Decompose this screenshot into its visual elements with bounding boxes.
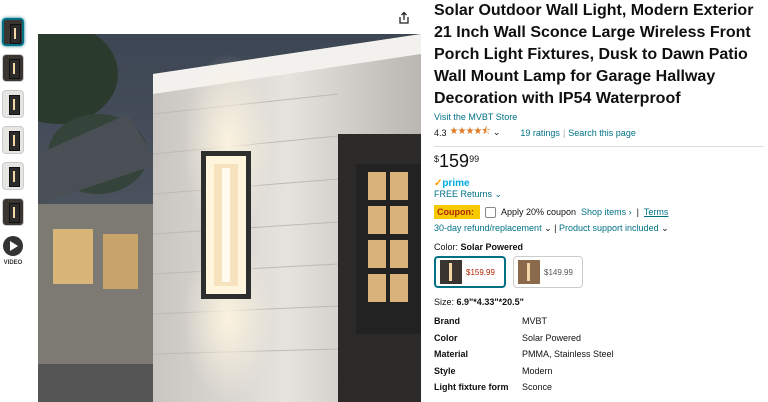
- free-returns-label: FREE Returns: [434, 189, 493, 199]
- play-icon: [10, 241, 18, 251]
- color-selector-label: Color: Solar Powered: [434, 242, 764, 252]
- lamp-image: [9, 167, 20, 187]
- ratings-count-link[interactable]: 19 ratings: [520, 128, 560, 138]
- chevron-down-icon[interactable]: ⌄: [493, 127, 501, 138]
- rating-value: 4.3: [434, 127, 447, 138]
- specs-table: Brand MVBT Color Solar Powered Material PMM…: [434, 313, 764, 396]
- thumbnail-1[interactable]: [2, 18, 24, 46]
- lamp-image: [10, 24, 21, 44]
- color-label: Color:: [434, 242, 459, 252]
- color-swatches: $159.99 $149.99: [434, 256, 764, 288]
- price-whole: 159: [439, 151, 470, 171]
- main-product-image[interactable]: [38, 34, 421, 402]
- spec-row: Material PMMA, Stainless Steel: [434, 346, 764, 363]
- lamp-image: [9, 131, 20, 151]
- product-details: Solar Outdoor Wall Light, Modern Exterio…: [434, 0, 764, 396]
- spec-row: Color Solar Powered: [434, 330, 764, 347]
- share-icon[interactable]: [397, 11, 411, 25]
- shop-items-link[interactable]: Shop items ›: [581, 207, 632, 217]
- swatch-image: [440, 260, 462, 284]
- support-link[interactable]: Product support included ⌄: [559, 223, 669, 233]
- support-label: Product support included: [559, 223, 659, 233]
- rating-row: 4.3 ★★★★⯪ ⌄ 19 ratings | Search this pag…: [434, 124, 764, 141]
- coupon-checkbox[interactable]: [484, 206, 496, 218]
- coupon-row: Coupon: Apply 20% coupon Shop items › | …: [434, 205, 764, 219]
- lamp-image: [9, 203, 20, 223]
- terms-link[interactable]: Terms: [644, 207, 669, 217]
- thumbnail-4[interactable]: [2, 126, 24, 154]
- spec-value: Solar Powered: [522, 332, 582, 343]
- size-row: Size: 6.9"*4.33"*20.5": [434, 297, 764, 307]
- swatch-price: $149.99: [544, 267, 573, 277]
- spec-key: Brand: [434, 316, 461, 327]
- separator: |: [554, 223, 557, 233]
- swatch-solar-powered[interactable]: $159.99: [434, 256, 506, 288]
- thumbnail-6[interactable]: [2, 198, 24, 226]
- size-label: Size:: [434, 297, 455, 307]
- chevron-down-icon: ⌄: [661, 223, 669, 233]
- thumbnail-3[interactable]: [2, 90, 24, 118]
- spec-row: Style Modern: [434, 363, 764, 380]
- lamp-image: [9, 59, 20, 79]
- price-fraction: 99: [469, 154, 480, 164]
- spec-value: Modern: [522, 365, 553, 376]
- prime-badge: ✓prime: [434, 178, 764, 189]
- swatch-image: [518, 260, 540, 284]
- size-value: 6.9"*4.33"*20.5": [456, 297, 524, 307]
- thumbnail-5[interactable]: [2, 162, 24, 190]
- swatch-option-2[interactable]: $149.99: [513, 256, 583, 288]
- thumbnail-2[interactable]: [2, 54, 24, 82]
- color-value: Solar Powered: [460, 242, 524, 252]
- product-title: Solar Outdoor Wall Light, Modern Exterio…: [434, 2, 754, 107]
- spec-key: Color: [434, 332, 458, 343]
- spec-value: PMMA, Stainless Steel: [522, 349, 614, 360]
- refund-label: 30-day refund/replacement: [434, 223, 542, 233]
- coupon-badge: Coupon:: [434, 205, 480, 219]
- prime-label: prime: [442, 178, 470, 189]
- spec-value: Sconce: [522, 382, 553, 393]
- spec-row: Brand MVBT: [434, 313, 764, 330]
- coupon-text[interactable]: Apply 20% coupon: [501, 207, 576, 217]
- store-link[interactable]: Visit the MVBT Store: [434, 112, 764, 122]
- star-rating-icon[interactable]: ★★★★⯪: [450, 124, 491, 141]
- refund-link[interactable]: 30-day refund/replacement ⌄: [434, 223, 552, 233]
- wall-light-scene: [38, 34, 421, 402]
- spec-key: Style: [434, 365, 456, 376]
- divider: [434, 146, 764, 147]
- spec-key: Material: [434, 349, 469, 360]
- thumbnail-strip: VIDEO: [0, 18, 26, 266]
- spec-value: MVBT: [522, 316, 548, 327]
- separator: |: [562, 127, 566, 138]
- lamp-image: [9, 95, 20, 115]
- chevron-down-icon: ⌄: [494, 189, 503, 199]
- search-page-link[interactable]: Search this page: [568, 128, 636, 138]
- chevron-down-icon: ⌄: [544, 223, 552, 233]
- free-returns-link[interactable]: FREE Returns ⌄: [434, 189, 764, 200]
- spec-row: Light fixture form Sconce: [434, 379, 764, 396]
- refund-row: 30-day refund/replacement ⌄ | Product su…: [434, 223, 764, 234]
- price: $ 159 99: [434, 152, 764, 170]
- spec-key: Light fixture form: [434, 382, 509, 393]
- swatch-price: $159.99: [466, 267, 495, 277]
- video-thumbnail[interactable]: [2, 234, 24, 262]
- separator: |: [636, 207, 639, 217]
